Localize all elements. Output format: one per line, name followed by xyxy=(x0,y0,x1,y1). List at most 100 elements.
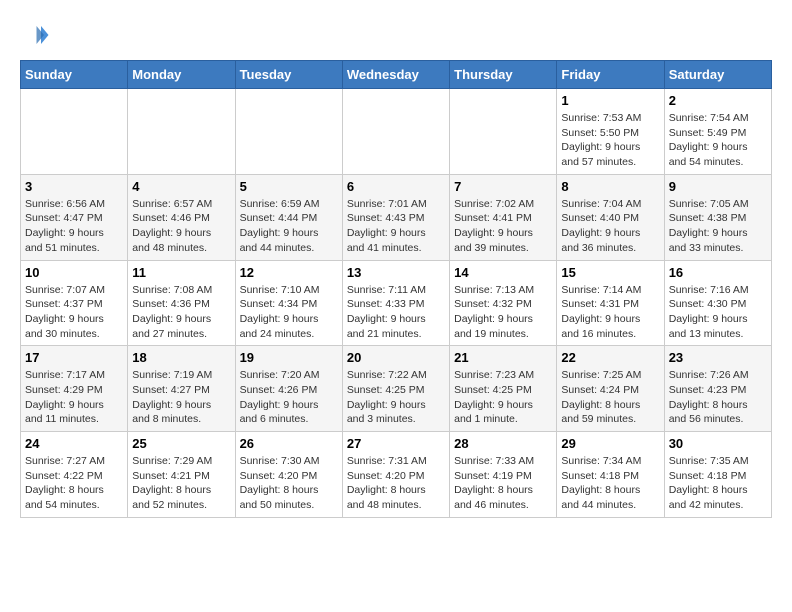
day-info: Sunrise: 7:29 AMSunset: 4:21 PMDaylight:… xyxy=(132,454,230,513)
day-info: Sunrise: 7:20 AMSunset: 4:26 PMDaylight:… xyxy=(240,368,338,427)
day-number: 1 xyxy=(561,93,659,108)
calendar-cell xyxy=(342,89,449,175)
day-number: 14 xyxy=(454,265,552,280)
day-number: 17 xyxy=(25,350,123,365)
calendar-cell: 25 Sunrise: 7:29 AMSunset: 4:21 PMDaylig… xyxy=(128,432,235,518)
calendar-cell: 27 Sunrise: 7:31 AMSunset: 4:20 PMDaylig… xyxy=(342,432,449,518)
day-number: 2 xyxy=(669,93,767,108)
header-day: Saturday xyxy=(664,61,771,89)
day-info: Sunrise: 7:07 AMSunset: 4:37 PMDaylight:… xyxy=(25,283,123,342)
calendar-cell: 16 Sunrise: 7:16 AMSunset: 4:30 PMDaylig… xyxy=(664,260,771,346)
calendar-cell: 29 Sunrise: 7:34 AMSunset: 4:18 PMDaylig… xyxy=(557,432,664,518)
day-info: Sunrise: 7:27 AMSunset: 4:22 PMDaylight:… xyxy=(25,454,123,513)
day-info: Sunrise: 7:23 AMSunset: 4:25 PMDaylight:… xyxy=(454,368,552,427)
day-info: Sunrise: 7:16 AMSunset: 4:30 PMDaylight:… xyxy=(669,283,767,342)
day-number: 19 xyxy=(240,350,338,365)
calendar-cell: 15 Sunrise: 7:14 AMSunset: 4:31 PMDaylig… xyxy=(557,260,664,346)
calendar-week-row: 24 Sunrise: 7:27 AMSunset: 4:22 PMDaylig… xyxy=(21,432,772,518)
day-number: 13 xyxy=(347,265,445,280)
header-row: SundayMondayTuesdayWednesdayThursdayFrid… xyxy=(21,61,772,89)
day-number: 3 xyxy=(25,179,123,194)
day-info: Sunrise: 7:01 AMSunset: 4:43 PMDaylight:… xyxy=(347,197,445,256)
calendar-cell: 10 Sunrise: 7:07 AMSunset: 4:37 PMDaylig… xyxy=(21,260,128,346)
day-info: Sunrise: 7:31 AMSunset: 4:20 PMDaylight:… xyxy=(347,454,445,513)
calendar-cell: 26 Sunrise: 7:30 AMSunset: 4:20 PMDaylig… xyxy=(235,432,342,518)
day-number: 15 xyxy=(561,265,659,280)
logo xyxy=(20,20,54,50)
header xyxy=(20,20,772,50)
calendar-week-row: 17 Sunrise: 7:17 AMSunset: 4:29 PMDaylig… xyxy=(21,346,772,432)
calendar-cell: 8 Sunrise: 7:04 AMSunset: 4:40 PMDayligh… xyxy=(557,174,664,260)
header-day: Wednesday xyxy=(342,61,449,89)
day-number: 22 xyxy=(561,350,659,365)
day-number: 25 xyxy=(132,436,230,451)
calendar-cell xyxy=(450,89,557,175)
day-number: 23 xyxy=(669,350,767,365)
calendar-cell: 3 Sunrise: 6:56 AMSunset: 4:47 PMDayligh… xyxy=(21,174,128,260)
calendar-cell: 9 Sunrise: 7:05 AMSunset: 4:38 PMDayligh… xyxy=(664,174,771,260)
calendar-table: SundayMondayTuesdayWednesdayThursdayFrid… xyxy=(20,60,772,518)
calendar-cell: 24 Sunrise: 7:27 AMSunset: 4:22 PMDaylig… xyxy=(21,432,128,518)
day-info: Sunrise: 7:54 AMSunset: 5:49 PMDaylight:… xyxy=(669,111,767,170)
calendar-cell: 30 Sunrise: 7:35 AMSunset: 4:18 PMDaylig… xyxy=(664,432,771,518)
calendar-body: 1 Sunrise: 7:53 AMSunset: 5:50 PMDayligh… xyxy=(21,89,772,518)
calendar-cell: 2 Sunrise: 7:54 AMSunset: 5:49 PMDayligh… xyxy=(664,89,771,175)
day-info: Sunrise: 7:13 AMSunset: 4:32 PMDaylight:… xyxy=(454,283,552,342)
calendar-cell: 18 Sunrise: 7:19 AMSunset: 4:27 PMDaylig… xyxy=(128,346,235,432)
day-info: Sunrise: 7:17 AMSunset: 4:29 PMDaylight:… xyxy=(25,368,123,427)
day-info: Sunrise: 7:35 AMSunset: 4:18 PMDaylight:… xyxy=(669,454,767,513)
calendar-cell: 1 Sunrise: 7:53 AMSunset: 5:50 PMDayligh… xyxy=(557,89,664,175)
header-day: Tuesday xyxy=(235,61,342,89)
day-info: Sunrise: 7:08 AMSunset: 4:36 PMDaylight:… xyxy=(132,283,230,342)
day-number: 5 xyxy=(240,179,338,194)
calendar-week-row: 1 Sunrise: 7:53 AMSunset: 5:50 PMDayligh… xyxy=(21,89,772,175)
day-number: 20 xyxy=(347,350,445,365)
day-info: Sunrise: 7:10 AMSunset: 4:34 PMDaylight:… xyxy=(240,283,338,342)
calendar-cell xyxy=(21,89,128,175)
day-number: 7 xyxy=(454,179,552,194)
calendar-cell: 14 Sunrise: 7:13 AMSunset: 4:32 PMDaylig… xyxy=(450,260,557,346)
day-info: Sunrise: 7:22 AMSunset: 4:25 PMDaylight:… xyxy=(347,368,445,427)
day-number: 28 xyxy=(454,436,552,451)
day-number: 11 xyxy=(132,265,230,280)
calendar-cell: 13 Sunrise: 7:11 AMSunset: 4:33 PMDaylig… xyxy=(342,260,449,346)
calendar-cell: 20 Sunrise: 7:22 AMSunset: 4:25 PMDaylig… xyxy=(342,346,449,432)
day-number: 18 xyxy=(132,350,230,365)
day-info: Sunrise: 7:30 AMSunset: 4:20 PMDaylight:… xyxy=(240,454,338,513)
calendar-cell: 23 Sunrise: 7:26 AMSunset: 4:23 PMDaylig… xyxy=(664,346,771,432)
header-day: Thursday xyxy=(450,61,557,89)
calendar-cell: 11 Sunrise: 7:08 AMSunset: 4:36 PMDaylig… xyxy=(128,260,235,346)
calendar-cell: 12 Sunrise: 7:10 AMSunset: 4:34 PMDaylig… xyxy=(235,260,342,346)
day-info: Sunrise: 7:04 AMSunset: 4:40 PMDaylight:… xyxy=(561,197,659,256)
calendar-cell: 28 Sunrise: 7:33 AMSunset: 4:19 PMDaylig… xyxy=(450,432,557,518)
day-number: 6 xyxy=(347,179,445,194)
day-number: 29 xyxy=(561,436,659,451)
day-number: 9 xyxy=(669,179,767,194)
calendar-cell: 6 Sunrise: 7:01 AMSunset: 4:43 PMDayligh… xyxy=(342,174,449,260)
day-info: Sunrise: 7:25 AMSunset: 4:24 PMDaylight:… xyxy=(561,368,659,427)
day-number: 26 xyxy=(240,436,338,451)
day-number: 21 xyxy=(454,350,552,365)
day-number: 24 xyxy=(25,436,123,451)
day-number: 27 xyxy=(347,436,445,451)
calendar-cell: 17 Sunrise: 7:17 AMSunset: 4:29 PMDaylig… xyxy=(21,346,128,432)
day-info: Sunrise: 7:14 AMSunset: 4:31 PMDaylight:… xyxy=(561,283,659,342)
calendar-cell: 4 Sunrise: 6:57 AMSunset: 4:46 PMDayligh… xyxy=(128,174,235,260)
day-number: 12 xyxy=(240,265,338,280)
calendar-week-row: 10 Sunrise: 7:07 AMSunset: 4:37 PMDaylig… xyxy=(21,260,772,346)
calendar-cell xyxy=(235,89,342,175)
day-number: 10 xyxy=(25,265,123,280)
day-info: Sunrise: 6:57 AMSunset: 4:46 PMDaylight:… xyxy=(132,197,230,256)
logo-icon xyxy=(20,20,50,50)
day-info: Sunrise: 6:59 AMSunset: 4:44 PMDaylight:… xyxy=(240,197,338,256)
day-info: Sunrise: 7:26 AMSunset: 4:23 PMDaylight:… xyxy=(669,368,767,427)
calendar-cell: 19 Sunrise: 7:20 AMSunset: 4:26 PMDaylig… xyxy=(235,346,342,432)
calendar-header: SundayMondayTuesdayWednesdayThursdayFrid… xyxy=(21,61,772,89)
header-day: Friday xyxy=(557,61,664,89)
day-number: 4 xyxy=(132,179,230,194)
header-day: Sunday xyxy=(21,61,128,89)
calendar-cell xyxy=(128,89,235,175)
calendar-cell: 7 Sunrise: 7:02 AMSunset: 4:41 PMDayligh… xyxy=(450,174,557,260)
day-info: Sunrise: 6:56 AMSunset: 4:47 PMDaylight:… xyxy=(25,197,123,256)
calendar-cell: 5 Sunrise: 6:59 AMSunset: 4:44 PMDayligh… xyxy=(235,174,342,260)
